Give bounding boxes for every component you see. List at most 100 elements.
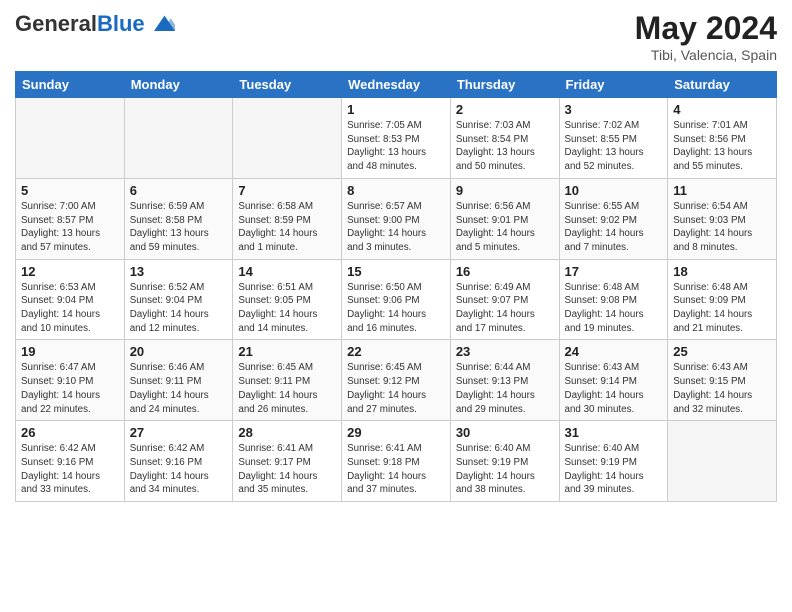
day-info: Sunrise: 6:45 AM Sunset: 9:11 PM Dayligh… (238, 361, 336, 416)
day-number: 4 (673, 102, 771, 117)
day-info: Sunrise: 6:56 AM Sunset: 9:01 PM Dayligh… (456, 200, 554, 255)
day-info: Sunrise: 6:49 AM Sunset: 9:07 PM Dayligh… (456, 281, 554, 336)
calendar-cell: 27 Sunrise: 6:42 AM Sunset: 9:16 PM Dayli… (124, 421, 233, 502)
day-number: 3 (565, 102, 663, 117)
day-number: 5 (21, 183, 119, 198)
calendar-table: SundayMondayTuesdayWednesdayThursdayFrid… (15, 71, 777, 502)
day-info: Sunrise: 7:03 AM Sunset: 8:54 PM Dayligh… (456, 119, 554, 174)
calendar-week-1: 1 Sunrise: 7:05 AM Sunset: 8:53 PM Daylig… (16, 98, 777, 179)
day-info: Sunrise: 6:42 AM Sunset: 9:16 PM Dayligh… (130, 442, 228, 497)
day-info: Sunrise: 6:47 AM Sunset: 9:10 PM Dayligh… (21, 361, 119, 416)
calendar-cell: 3 Sunrise: 7:02 AM Sunset: 8:55 PM Daylig… (559, 98, 668, 179)
calendar-cell: 2 Sunrise: 7:03 AM Sunset: 8:54 PM Daylig… (450, 98, 559, 179)
day-number: 22 (347, 344, 445, 359)
calendar-week-2: 5 Sunrise: 7:00 AM Sunset: 8:57 PM Daylig… (16, 178, 777, 259)
day-number: 30 (456, 425, 554, 440)
day-number: 25 (673, 344, 771, 359)
calendar-week-4: 19Sunrise: 6:47 AM Sunset: 9:10 PM Dayli… (16, 340, 777, 421)
calendar-cell (16, 98, 125, 179)
day-info: Sunrise: 6:52 AM Sunset: 9:04 PM Dayligh… (130, 281, 228, 336)
weekday-header-tuesday: Tuesday (233, 72, 342, 98)
weekday-header-friday: Friday (559, 72, 668, 98)
calendar-cell: 23Sunrise: 6:44 AM Sunset: 9:13 PM Dayli… (450, 340, 559, 421)
day-number: 13 (130, 264, 228, 279)
month-title: May 2024 (635, 10, 777, 47)
day-info: Sunrise: 6:48 AM Sunset: 9:09 PM Dayligh… (673, 281, 771, 336)
day-info: Sunrise: 6:43 AM Sunset: 9:14 PM Dayligh… (565, 361, 663, 416)
logo-icon (147, 10, 175, 38)
weekday-header-row: SundayMondayTuesdayWednesdayThursdayFrid… (16, 72, 777, 98)
day-number: 26 (21, 425, 119, 440)
day-number: 31 (565, 425, 663, 440)
calendar-cell (124, 98, 233, 179)
day-number: 8 (347, 183, 445, 198)
day-number: 27 (130, 425, 228, 440)
day-info: Sunrise: 6:41 AM Sunset: 9:18 PM Dayligh… (347, 442, 445, 497)
calendar-cell: 21 Sunrise: 6:45 AM Sunset: 9:11 PM Dayli… (233, 340, 342, 421)
calendar-cell: 16 Sunrise: 6:49 AM Sunset: 9:07 PM Dayli… (450, 259, 559, 340)
day-info: Sunrise: 6:58 AM Sunset: 8:59 PM Dayligh… (238, 200, 336, 255)
weekday-header-thursday: Thursday (450, 72, 559, 98)
calendar-cell: 25 Sunrise: 6:43 AM Sunset: 9:15 PM Dayli… (668, 340, 777, 421)
day-number: 29 (347, 425, 445, 440)
day-number: 6 (130, 183, 228, 198)
day-info: Sunrise: 6:41 AM Sunset: 9:17 PM Dayligh… (238, 442, 336, 497)
day-number: 16 (456, 264, 554, 279)
calendar-cell: 17Sunrise: 6:48 AM Sunset: 9:08 PM Dayli… (559, 259, 668, 340)
calendar-cell: 18 Sunrise: 6:48 AM Sunset: 9:09 PM Dayli… (668, 259, 777, 340)
day-info: Sunrise: 6:51 AM Sunset: 9:05 PM Dayligh… (238, 281, 336, 336)
day-number: 21 (238, 344, 336, 359)
weekday-header-saturday: Saturday (668, 72, 777, 98)
logo-blue-text: Blue (97, 11, 145, 36)
day-info: Sunrise: 6:43 AM Sunset: 9:15 PM Dayligh… (673, 361, 771, 416)
calendar-cell: 13 Sunrise: 6:52 AM Sunset: 9:04 PM Dayli… (124, 259, 233, 340)
calendar-cell: 12 Sunrise: 6:53 AM Sunset: 9:04 PM Dayli… (16, 259, 125, 340)
day-number: 1 (347, 102, 445, 117)
calendar-cell: 9 Sunrise: 6:56 AM Sunset: 9:01 PM Daylig… (450, 178, 559, 259)
header: GeneralBlue May 2024 Tibi, Valencia, Spa… (15, 10, 777, 63)
day-number: 20 (130, 344, 228, 359)
calendar-cell: 19Sunrise: 6:47 AM Sunset: 9:10 PM Dayli… (16, 340, 125, 421)
calendar-cell: 10Sunrise: 6:55 AM Sunset: 9:02 PM Dayli… (559, 178, 668, 259)
weekday-header-wednesday: Wednesday (342, 72, 451, 98)
calendar-cell: 30Sunrise: 6:40 AM Sunset: 9:19 PM Dayli… (450, 421, 559, 502)
day-info: Sunrise: 6:50 AM Sunset: 9:06 PM Dayligh… (347, 281, 445, 336)
day-info: Sunrise: 6:53 AM Sunset: 9:04 PM Dayligh… (21, 281, 119, 336)
day-number: 2 (456, 102, 554, 117)
day-info: Sunrise: 7:02 AM Sunset: 8:55 PM Dayligh… (565, 119, 663, 174)
calendar-cell: 1 Sunrise: 7:05 AM Sunset: 8:53 PM Daylig… (342, 98, 451, 179)
day-info: Sunrise: 6:42 AM Sunset: 9:16 PM Dayligh… (21, 442, 119, 497)
weekday-header-sunday: Sunday (16, 72, 125, 98)
calendar-cell: 29 Sunrise: 6:41 AM Sunset: 9:18 PM Dayli… (342, 421, 451, 502)
calendar-cell: 20Sunrise: 6:46 AM Sunset: 9:11 PM Dayli… (124, 340, 233, 421)
day-info: Sunrise: 7:01 AM Sunset: 8:56 PM Dayligh… (673, 119, 771, 174)
calendar-cell: 6Sunrise: 6:59 AM Sunset: 8:58 PM Daylig… (124, 178, 233, 259)
day-info: Sunrise: 7:00 AM Sunset: 8:57 PM Dayligh… (21, 200, 119, 255)
day-info: Sunrise: 6:55 AM Sunset: 9:02 PM Dayligh… (565, 200, 663, 255)
day-info: Sunrise: 6:48 AM Sunset: 9:08 PM Dayligh… (565, 281, 663, 336)
day-number: 7 (238, 183, 336, 198)
calendar-cell: 26 Sunrise: 6:42 AM Sunset: 9:16 PM Dayli… (16, 421, 125, 502)
calendar-week-3: 12 Sunrise: 6:53 AM Sunset: 9:04 PM Dayli… (16, 259, 777, 340)
logo: GeneralBlue (15, 10, 175, 38)
day-number: 12 (21, 264, 119, 279)
day-number: 18 (673, 264, 771, 279)
day-info: Sunrise: 6:54 AM Sunset: 9:03 PM Dayligh… (673, 200, 771, 255)
calendar-week-5: 26 Sunrise: 6:42 AM Sunset: 9:16 PM Dayli… (16, 421, 777, 502)
calendar-cell: 28Sunrise: 6:41 AM Sunset: 9:17 PM Dayli… (233, 421, 342, 502)
day-info: Sunrise: 7:05 AM Sunset: 8:53 PM Dayligh… (347, 119, 445, 174)
calendar-cell: 22 Sunrise: 6:45 AM Sunset: 9:12 PM Dayli… (342, 340, 451, 421)
page: GeneralBlue May 2024 Tibi, Valencia, Spa… (0, 0, 792, 612)
calendar-cell: 5 Sunrise: 7:00 AM Sunset: 8:57 PM Daylig… (16, 178, 125, 259)
calendar-cell: 4 Sunrise: 7:01 AM Sunset: 8:56 PM Daylig… (668, 98, 777, 179)
calendar-cell (668, 421, 777, 502)
calendar-cell: 31 Sunrise: 6:40 AM Sunset: 9:19 PM Dayli… (559, 421, 668, 502)
calendar-cell (233, 98, 342, 179)
calendar-cell: 15Sunrise: 6:50 AM Sunset: 9:06 PM Dayli… (342, 259, 451, 340)
day-info: Sunrise: 6:45 AM Sunset: 9:12 PM Dayligh… (347, 361, 445, 416)
day-info: Sunrise: 6:40 AM Sunset: 9:19 PM Dayligh… (565, 442, 663, 497)
day-number: 14 (238, 264, 336, 279)
calendar-cell: 11Sunrise: 6:54 AM Sunset: 9:03 PM Dayli… (668, 178, 777, 259)
day-number: 9 (456, 183, 554, 198)
title-block: May 2024 Tibi, Valencia, Spain (635, 10, 777, 63)
